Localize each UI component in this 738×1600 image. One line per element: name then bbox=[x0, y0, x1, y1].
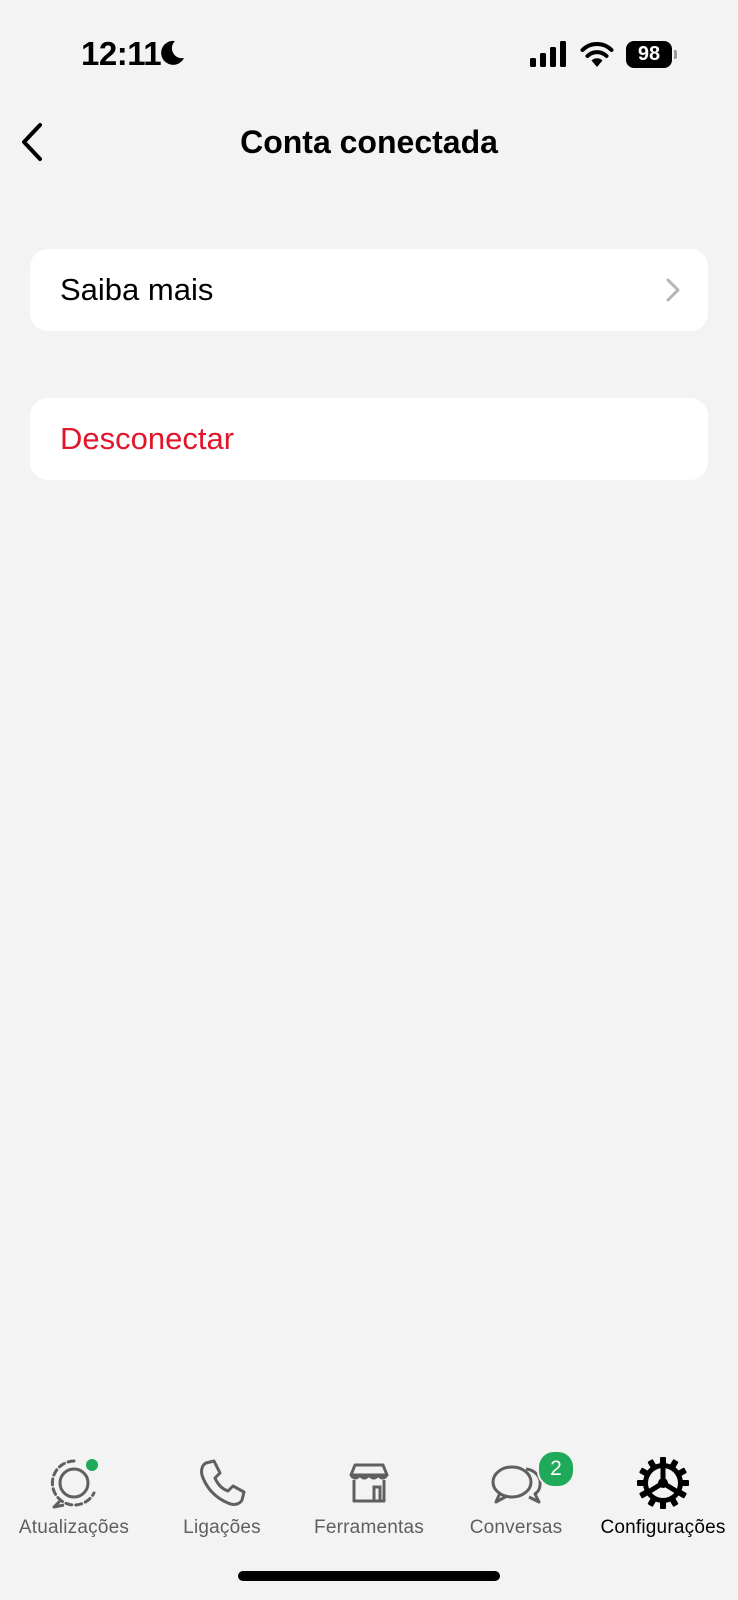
tab-settings-label: Configurações bbox=[600, 1517, 726, 1538]
wifi-icon bbox=[580, 42, 614, 67]
tab-updates[interactable]: Atualizações bbox=[4, 1440, 144, 1540]
moon-icon bbox=[161, 40, 184, 65]
signal-icon bbox=[530, 41, 566, 67]
chats-unread-badge: 2 bbox=[537, 1450, 575, 1488]
status-time: 12:11 bbox=[81, 35, 162, 72]
page-title: Conta conectada bbox=[240, 124, 498, 160]
tab-chats[interactable]: 2 Conversas bbox=[446, 1440, 586, 1540]
disconnect-label: Desconectar bbox=[60, 421, 235, 456]
learn-more-item[interactable]: Saiba mais bbox=[30, 249, 708, 331]
settings-gear-icon bbox=[637, 1457, 689, 1509]
learn-more-label: Saiba mais bbox=[60, 272, 214, 307]
tab-tools[interactable]: Ferramentas bbox=[299, 1440, 439, 1540]
tab-bar: Atualizações Ligações Ferramentas 2 Conv… bbox=[0, 1440, 738, 1540]
battery-cap bbox=[674, 50, 677, 59]
store-icon bbox=[349, 1463, 389, 1503]
battery-icon: 98 bbox=[626, 41, 677, 68]
home-indicator[interactable] bbox=[238, 1571, 500, 1581]
tab-chats-label: Conversas bbox=[469, 1517, 563, 1538]
chevron-right-icon bbox=[666, 278, 680, 302]
phone-icon bbox=[200, 1459, 246, 1506]
status-bar: 12:11 98 bbox=[0, 0, 738, 100]
tab-tools-label: Ferramentas bbox=[314, 1517, 424, 1538]
disconnect-button[interactable]: Desconectar bbox=[30, 398, 708, 480]
status-icon bbox=[50, 1459, 98, 1509]
tab-calls-label: Ligações bbox=[183, 1517, 261, 1538]
battery-level: 98 bbox=[626, 41, 672, 68]
tab-updates-label: Atualizações bbox=[18, 1517, 130, 1538]
tab-calls[interactable]: Ligações bbox=[152, 1440, 292, 1540]
tab-settings[interactable]: Configurações bbox=[590, 1440, 736, 1540]
